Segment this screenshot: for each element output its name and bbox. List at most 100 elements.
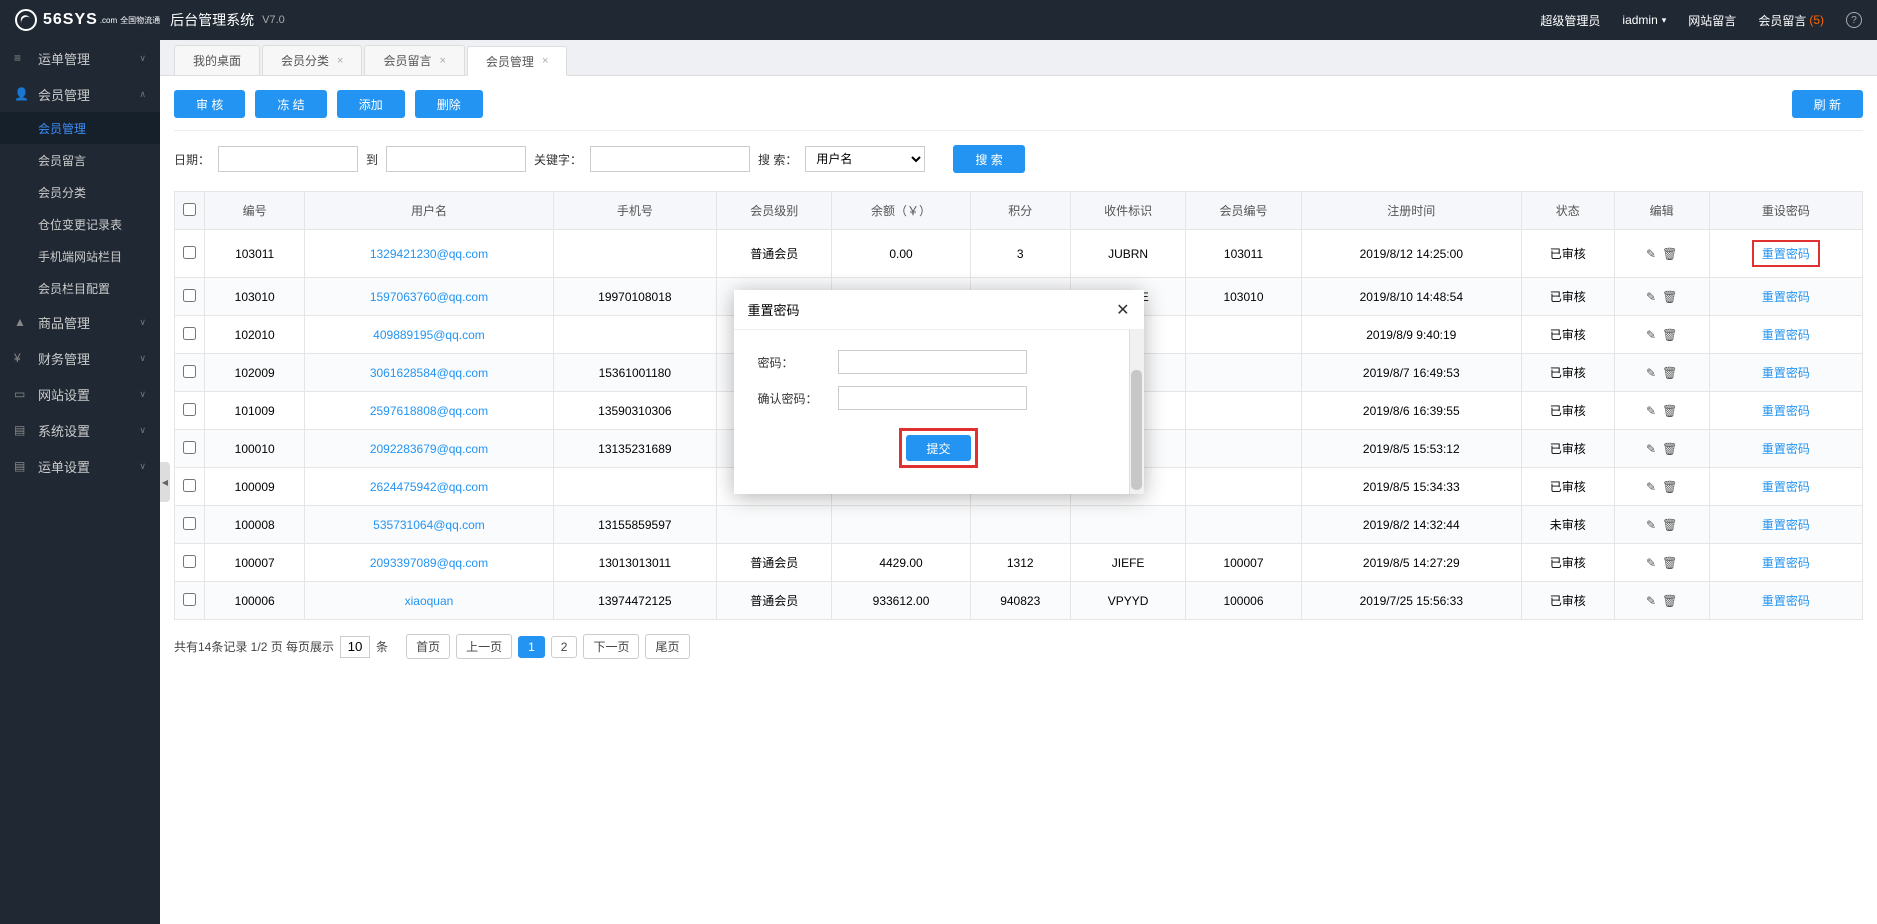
delete-icon[interactable]: 🗑	[1662, 290, 1677, 304]
search-by-select[interactable]: 用户名	[805, 146, 925, 172]
delete-icon[interactable]: 🗑	[1662, 518, 1677, 532]
delete-icon[interactable]: 🗑	[1662, 442, 1677, 456]
username-link[interactable]: 2092283679@qq.com	[370, 442, 488, 456]
row-checkbox[interactable]	[183, 327, 196, 340]
tab-close-icon[interactable]: ×	[542, 55, 548, 67]
username-link[interactable]: 1597063760@qq.com	[370, 290, 488, 304]
row-checkbox[interactable]	[183, 289, 196, 302]
audit-button[interactable]: 审 核	[174, 90, 245, 118]
top-user-dropdown[interactable]: iadmin▾	[1622, 13, 1666, 27]
date-to-input[interactable]	[386, 146, 526, 172]
reset-password-link[interactable]: 重置密码	[1762, 290, 1810, 304]
delete-icon[interactable]: 🗑	[1662, 556, 1677, 570]
delete-button[interactable]: 删除	[415, 90, 483, 118]
username-link[interactable]: 1329421230@qq.com	[370, 247, 488, 261]
delete-icon[interactable]: 🗑	[1662, 594, 1677, 608]
username-link[interactable]: 535731064@qq.com	[373, 518, 485, 532]
sidebar-item[interactable]: 👤会员管理∧	[0, 76, 160, 112]
reset-password-link[interactable]: 重置密码	[1762, 442, 1810, 456]
add-button[interactable]: 添加	[337, 90, 405, 118]
edit-icon[interactable]: ✎	[1646, 556, 1656, 570]
edit-icon[interactable]: ✎	[1646, 518, 1656, 532]
reset-password-link[interactable]: 重置密码	[1762, 594, 1810, 608]
delete-icon[interactable]: 🗑	[1662, 366, 1677, 380]
reset-password-link[interactable]: 重置密码	[1762, 404, 1810, 418]
modal-scrollbar[interactable]	[1129, 330, 1144, 494]
sidebar-collapse-button[interactable]: ◀	[160, 462, 170, 502]
sidebar-subitem[interactable]: 会员栏目配置	[0, 272, 160, 304]
row-checkbox[interactable]	[183, 246, 196, 259]
tab-close-icon[interactable]: ×	[337, 55, 343, 67]
pager-page-2[interactable]: 2	[551, 636, 578, 658]
username-link[interactable]: 409889195@qq.com	[373, 328, 485, 342]
keyword-input[interactable]	[590, 146, 750, 172]
edit-icon[interactable]: ✎	[1646, 442, 1656, 456]
modal-submit-button[interactable]: 提交	[906, 435, 970, 461]
edit-icon[interactable]: ✎	[1646, 594, 1656, 608]
per-page-input[interactable]	[340, 636, 370, 658]
edit-icon[interactable]: ✎	[1646, 366, 1656, 380]
sidebar-subitem[interactable]: 会员分类	[0, 176, 160, 208]
reset-password-link[interactable]: 重置密码	[1762, 247, 1810, 261]
sidebar-item[interactable]: ▲商品管理∨	[0, 304, 160, 340]
topbar: 56SYS.com 全国物流通 后台管理系统 V7.0 超级管理员 iadmin…	[0, 0, 1877, 40]
delete-icon[interactable]: 🗑	[1662, 404, 1677, 418]
sidebar-subitem[interactable]: 会员留言	[0, 144, 160, 176]
row-checkbox[interactable]	[183, 479, 196, 492]
sidebar-item[interactable]: ≡运单管理∨	[0, 40, 160, 76]
pager-page-1[interactable]: 1	[518, 636, 545, 658]
date-from-input[interactable]	[218, 146, 358, 172]
tab[interactable]: 我的桌面	[174, 45, 260, 75]
pager-first[interactable]: 首页	[406, 634, 450, 659]
row-checkbox[interactable]	[183, 441, 196, 454]
delete-icon[interactable]: 🗑	[1662, 480, 1677, 494]
row-checkbox[interactable]	[183, 593, 196, 606]
sidebar-item[interactable]: ▤系统设置∨	[0, 412, 160, 448]
select-all-checkbox[interactable]	[183, 203, 196, 216]
username-link[interactable]: xiaoquan	[405, 594, 454, 608]
delete-icon[interactable]: 🗑	[1662, 328, 1677, 342]
reset-password-link[interactable]: 重置密码	[1762, 328, 1810, 342]
search-button[interactable]: 搜 索	[953, 145, 1024, 173]
row-checkbox[interactable]	[183, 555, 196, 568]
username-link[interactable]: 2624475942@qq.com	[370, 480, 488, 494]
pager-prev[interactable]: 上一页	[456, 634, 512, 659]
username-link[interactable]: 3061628584@qq.com	[370, 366, 488, 380]
edit-icon[interactable]: ✎	[1646, 247, 1656, 261]
logo: 56SYS.com 全国物流通	[15, 9, 160, 31]
edit-icon[interactable]: ✎	[1646, 480, 1656, 494]
sidebar-subitem[interactable]: 会员管理	[0, 112, 160, 144]
pager-next[interactable]: 下一页	[583, 634, 639, 659]
pager-last[interactable]: 尾页	[645, 634, 689, 659]
reset-password-link[interactable]: 重置密码	[1762, 366, 1810, 380]
username-link[interactable]: 2597618808@qq.com	[370, 404, 488, 418]
username-link[interactable]: 2093397089@qq.com	[370, 556, 488, 570]
row-checkbox[interactable]	[183, 403, 196, 416]
freeze-button[interactable]: 冻 结	[255, 90, 326, 118]
refresh-button[interactable]: 刷 新	[1792, 90, 1863, 118]
top-member-msg[interactable]: 会员留言(5)	[1758, 12, 1824, 29]
edit-icon[interactable]: ✎	[1646, 404, 1656, 418]
delete-icon[interactable]: 🗑	[1662, 247, 1677, 261]
row-checkbox[interactable]	[183, 517, 196, 530]
reset-password-link[interactable]: 重置密码	[1762, 480, 1810, 494]
top-site-msg[interactable]: 网站留言	[1688, 12, 1736, 29]
row-checkbox[interactable]	[183, 365, 196, 378]
sidebar-item[interactable]: ▤运单设置∨	[0, 448, 160, 484]
reset-password-link[interactable]: 重置密码	[1762, 518, 1810, 532]
tab[interactable]: 会员留言×	[364, 45, 464, 75]
sidebar-item[interactable]: ▭网站设置∨	[0, 376, 160, 412]
sidebar-subitem[interactable]: 手机端网站栏目	[0, 240, 160, 272]
tab[interactable]: 会员分类×	[262, 45, 362, 75]
reset-password-link[interactable]: 重置密码	[1762, 556, 1810, 570]
edit-icon[interactable]: ✎	[1646, 328, 1656, 342]
modal-close-button[interactable]: ✕	[1116, 300, 1129, 320]
edit-icon[interactable]: ✎	[1646, 290, 1656, 304]
password-input[interactable]	[838, 350, 1027, 374]
confirm-password-input[interactable]	[838, 386, 1027, 410]
tab[interactable]: 会员管理×	[467, 46, 567, 76]
sidebar-subitem[interactable]: 仓位变更记录表	[0, 208, 160, 240]
tab-close-icon[interactable]: ×	[439, 55, 445, 67]
help-icon[interactable]: ?	[1846, 12, 1862, 28]
sidebar-item[interactable]: ¥财务管理∨	[0, 340, 160, 376]
